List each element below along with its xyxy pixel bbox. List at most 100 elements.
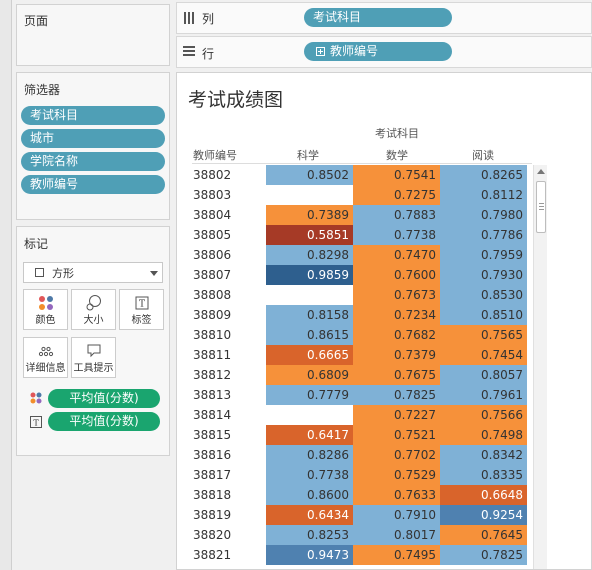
heatmap-cell[interactable]: 0.8342 <box>440 445 527 465</box>
scroll-thumb[interactable] <box>536 181 546 233</box>
row-label-teacher-id: 38803 <box>193 188 232 202</box>
color-field-pill[interactable]: 平均值(分数) <box>48 389 160 408</box>
filter-pill-college[interactable]: 学院名称 <box>21 152 165 171</box>
label-field-pill[interactable]: 平均值(分数) <box>48 412 160 431</box>
heatmap-cell[interactable]: 0.8057 <box>440 365 527 385</box>
heatmap-cell[interactable] <box>266 185 353 205</box>
chevron-down-icon <box>150 271 158 276</box>
heatmap-cell[interactable]: 0.7673 <box>353 285 440 305</box>
svg-text:T: T <box>33 419 39 428</box>
size-button[interactable]: 大小 <box>71 289 116 330</box>
heatmap-cell[interactable]: 0.7930 <box>440 265 527 285</box>
heatmap-cell[interactable]: 0.8265 <box>440 165 527 185</box>
row-label-teacher-id: 38816 <box>193 448 232 462</box>
heatmap-cell[interactable]: 0.7600 <box>353 265 440 285</box>
color-field-icon <box>29 391 43 408</box>
heatmap-cell[interactable]: 0.7738 <box>266 465 353 485</box>
label-field-icon: T <box>29 415 43 432</box>
filter-pill-city[interactable]: 城市 <box>21 129 165 148</box>
heatmap-cell[interactable]: 0.7645 <box>440 525 527 545</box>
detail-dots-icon <box>24 342 67 360</box>
heatmap-cell[interactable]: 0.9254 <box>440 505 527 525</box>
filter-pill-subject[interactable]: 考试科目 <box>21 106 165 125</box>
heatmap-cell[interactable]: 0.6665 <box>266 345 353 365</box>
heatmap-cell[interactable]: 0.7379 <box>353 345 440 365</box>
heatmap-cell[interactable] <box>266 285 353 305</box>
heatmap-cell[interactable]: 0.8510 <box>440 305 527 325</box>
heatmap-cell[interactable]: 0.6648 <box>440 485 527 505</box>
heatmap-cell[interactable]: 0.7566 <box>440 405 527 425</box>
heatmap-cell[interactable]: 0.7702 <box>353 445 440 465</box>
heatmap-cell[interactable]: 0.7454 <box>440 345 527 365</box>
pages-title: 页面 <box>24 14 49 28</box>
heatmap-cell[interactable]: 0.8017 <box>353 525 440 545</box>
rows-shelf: 行 教师编号 <box>176 36 592 68</box>
size-button-label: 大小 <box>83 315 104 326</box>
heatmap-cell[interactable]: 0.7910 <box>353 505 440 525</box>
heatmap-cell[interactable]: 0.7498 <box>440 425 527 445</box>
vertical-scrollbar[interactable] <box>533 165 547 569</box>
heatmap-cell[interactable]: 0.8335 <box>440 465 527 485</box>
tooltip-button[interactable]: 工具提示 <box>71 337 116 378</box>
heatmap-cell[interactable]: 0.7980 <box>440 205 527 225</box>
row-label-teacher-id: 38812 <box>193 368 232 382</box>
marks-panel: 标记 方形 颜色 大小 T 标签 详细信息 工具提示 平均值(分数) T 平均值… <box>16 226 170 456</box>
heatmap-cell[interactable]: 0.7682 <box>353 325 440 345</box>
heatmap-cell[interactable]: 0.7275 <box>353 185 440 205</box>
heatmap-cell[interactable]: 0.7389 <box>266 205 353 225</box>
heatmap-cell[interactable]: 0.9859 <box>266 265 353 285</box>
filter-pill-teacher[interactable]: 教师编号 <box>21 175 165 194</box>
rows-label: 行 <box>202 47 215 61</box>
tooltip-bubble-icon <box>72 342 115 360</box>
column-header-reading: 阅读 <box>472 149 494 162</box>
scroll-up-arrow[interactable] <box>537 169 545 174</box>
heatmap-cell[interactable]: 0.8615 <box>266 325 353 345</box>
heatmap-cell[interactable]: 0.7633 <box>353 485 440 505</box>
heatmap-cell[interactable]: 0.8112 <box>440 185 527 205</box>
mark-type-dropdown[interactable]: 方形 <box>23 262 163 283</box>
heatmap-cell[interactable]: 0.8253 <box>266 525 353 545</box>
color-button[interactable]: 颜色 <box>23 289 68 330</box>
columns-shelf: 列 考试科目 <box>176 2 592 34</box>
heatmap-cell[interactable]: 0.7825 <box>440 545 527 565</box>
detail-button[interactable]: 详细信息 <box>23 337 68 378</box>
row-label-teacher-id: 38808 <box>193 288 232 302</box>
heatmap-cell[interactable]: 0.5851 <box>266 225 353 245</box>
heatmap-cell[interactable]: 0.7883 <box>353 205 440 225</box>
heatmap-cell[interactable]: 0.7565 <box>440 325 527 345</box>
heatmap-cell[interactable]: 0.8502 <box>266 165 353 185</box>
heatmap-cell[interactable]: 0.6809 <box>266 365 353 385</box>
heatmap-cell[interactable]: 0.8530 <box>440 285 527 305</box>
heatmap-cell[interactable]: 0.7825 <box>353 385 440 405</box>
heatmap-cell[interactable]: 0.6434 <box>266 505 353 525</box>
heatmap-cell[interactable]: 0.7786 <box>440 225 527 245</box>
heatmap-cell[interactable]: 0.8298 <box>266 245 353 265</box>
heatmap-cell[interactable]: 0.7529 <box>353 465 440 485</box>
row-label-teacher-id: 38819 <box>193 508 232 522</box>
heatmap-cell[interactable]: 0.7541 <box>353 165 440 185</box>
heatmap-cell[interactable]: 0.7521 <box>353 425 440 445</box>
heatmap-cell[interactable] <box>266 405 353 425</box>
heatmap-cell[interactable]: 0.6417 <box>266 425 353 445</box>
heatmap-cell[interactable]: 0.7227 <box>353 405 440 425</box>
heatmap-cell[interactable]: 0.8286 <box>266 445 353 465</box>
heatmap-cell[interactable]: 0.7779 <box>266 385 353 405</box>
heatmap-cell[interactable]: 0.7959 <box>440 245 527 265</box>
columns-pill-subject[interactable]: 考试科目 <box>304 8 452 27</box>
heatmap-cell[interactable]: 0.7675 <box>353 365 440 385</box>
columns-icon <box>183 11 195 28</box>
tooltip-button-label: 工具提示 <box>73 363 114 374</box>
heatmap-cell[interactable]: 0.9473 <box>266 545 353 565</box>
heatmap-cell[interactable]: 0.8158 <box>266 305 353 325</box>
heatmap-cell[interactable]: 0.7961 <box>440 385 527 405</box>
row-label-teacher-id: 38813 <box>193 388 232 402</box>
heatmap-cell[interactable]: 0.7495 <box>353 545 440 565</box>
marks-title: 标记 <box>24 237 49 251</box>
heatmap-cell[interactable]: 0.7738 <box>353 225 440 245</box>
heatmap-cell[interactable]: 0.8600 <box>266 485 353 505</box>
rows-pill-teacher[interactable]: 教师编号 <box>304 42 452 61</box>
size-bubbles-icon <box>72 294 115 312</box>
label-button[interactable]: T 标签 <box>119 289 164 330</box>
heatmap-cell[interactable]: 0.7470 <box>353 245 440 265</box>
heatmap-cell[interactable]: 0.7234 <box>353 305 440 325</box>
